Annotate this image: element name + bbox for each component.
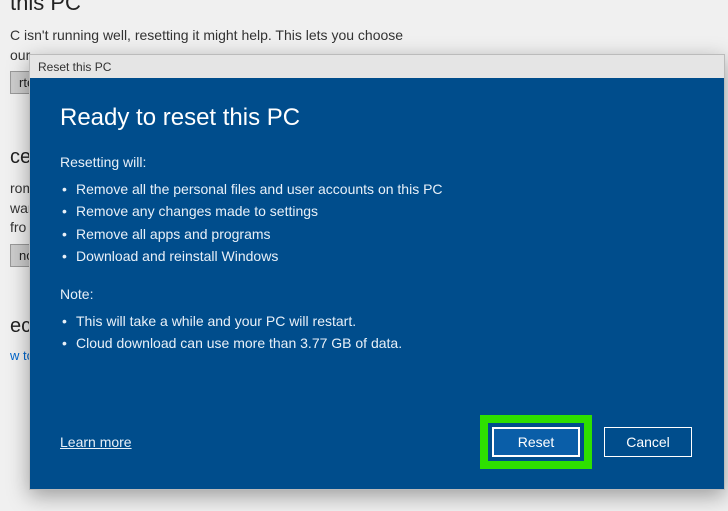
bg-heading: this PC [10, 0, 718, 16]
list-item: Remove all the personal files and user a… [60, 178, 692, 200]
reset-pc-dialog: Ready to reset this PC Resetting will: R… [29, 78, 725, 490]
list-item: This will take a while and your PC will … [60, 310, 692, 332]
window-title: Reset this PC [38, 60, 111, 74]
dialog-footer: Learn more Reset Cancel [60, 415, 692, 469]
list-item: Download and reinstall Windows [60, 245, 692, 267]
note-list: This will take a while and your PC will … [60, 310, 692, 355]
note-label: Note: [60, 286, 692, 302]
reset-button[interactable]: Reset [492, 427, 580, 457]
highlight-annotation: Reset [480, 415, 592, 469]
list-item: Cloud download can use more than 3.77 GB… [60, 332, 692, 354]
bg-text: C isn't running well, resetting it might… [10, 26, 718, 46]
cancel-button[interactable]: Cancel [604, 427, 692, 457]
dialog-titlebar: Reset this PC [29, 54, 725, 78]
dialog-title: Ready to reset this PC [60, 104, 692, 132]
list-item: Remove any changes made to settings [60, 200, 692, 222]
button-group: Reset Cancel [480, 415, 692, 469]
list-item: Remove all apps and programs [60, 223, 692, 245]
resetting-list: Remove all the personal files and user a… [60, 178, 692, 268]
resetting-will-label: Resetting will: [60, 154, 692, 170]
learn-more-link[interactable]: Learn more [60, 434, 132, 450]
